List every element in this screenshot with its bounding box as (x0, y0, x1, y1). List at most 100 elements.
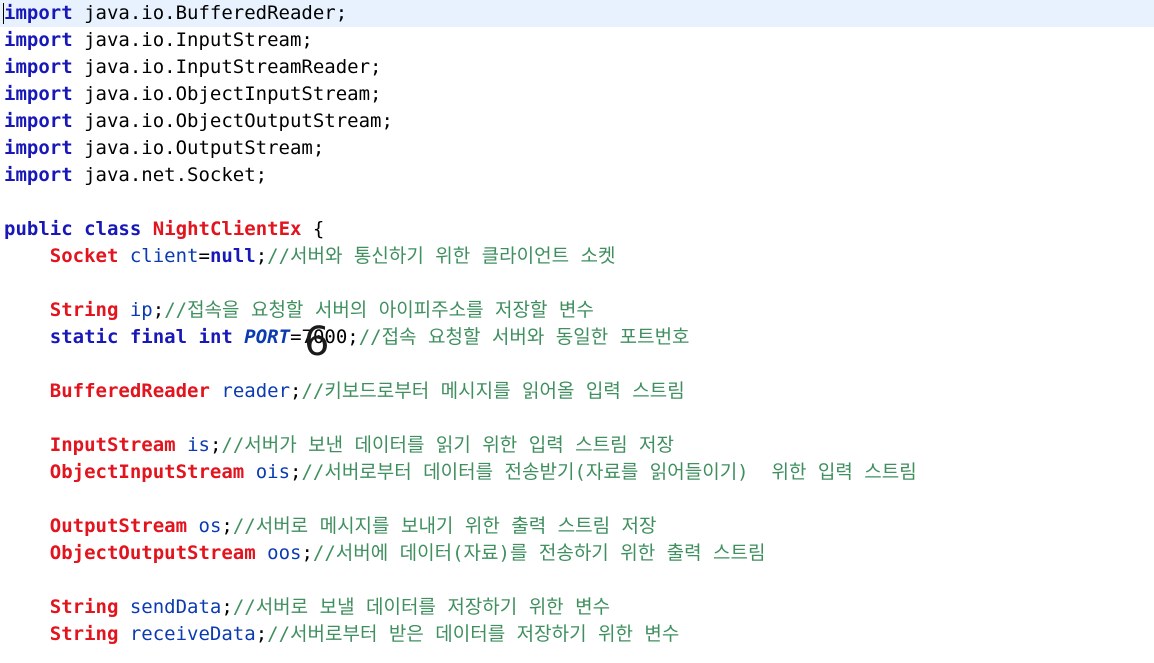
code-line[interactable] (0, 486, 1154, 513)
code-line[interactable]: import java.io.BufferedReader; (0, 0, 1154, 27)
code-token-kw: null (209, 245, 256, 267)
code-token-kw: class (84, 218, 142, 240)
code-token-type: ObjectOutputStream (49, 542, 256, 564)
code-token-comment: //서버와 통신하기 위한 클라이언트 소켓 (267, 245, 616, 267)
code-line[interactable]: import java.io.InputStream; (0, 27, 1154, 54)
code-token-field: reader (221, 380, 291, 402)
code-line[interactable] (0, 351, 1154, 378)
code-token-kw: static (49, 326, 119, 348)
code-token-plain: ; (221, 596, 233, 618)
code-token-type: NightClientEx (152, 218, 302, 240)
code-token-comment: //서버에 데이터(자료)를 전송하기 위한 출력 스트림 (312, 542, 766, 564)
code-line[interactable]: static final int PORT=7000;//접속 요청할 서버와 … (0, 324, 1154, 351)
code-line[interactable]: public class NightClientEx { (0, 216, 1154, 243)
code-token-plain: ; (290, 380, 302, 402)
code-line[interactable] (0, 567, 1154, 594)
code-token-plain: ; (255, 245, 268, 267)
code-token-comment: //서버로 보낼 데이터를 저장하기 위한 변수 (232, 596, 611, 618)
code-token-type: InputStream (49, 434, 176, 456)
code-line[interactable]: OutputStream os;//서버로 메시지를 보내기 위한 출력 스트림… (0, 513, 1154, 540)
code-token-type: OutputStream (49, 515, 188, 537)
code-token-kw: import (4, 56, 73, 78)
code-line[interactable]: ObjectInputStream ois;//서버로부터 데이터를 전송받기(… (0, 459, 1154, 486)
code-line[interactable]: BufferedReader reader;//키보드로부터 메시지를 읽어올 … (0, 378, 1154, 405)
code-token-kw: import (4, 110, 73, 132)
code-token-kw: import (4, 2, 73, 24)
code-line[interactable]: import java.io.ObjectInputStream; (0, 81, 1154, 108)
code-token-plain: java.net.Socket; (72, 164, 268, 186)
code-token-plain: ; (301, 542, 313, 564)
code-line[interactable]: import java.io.InputStreamReader; (0, 54, 1154, 81)
code-token-field: ip (129, 299, 153, 321)
code-token-type: BufferedReader (49, 380, 210, 402)
code-token-plain: = (198, 245, 210, 267)
code-token-plain: { (301, 218, 325, 240)
code-editor[interactable]: import java.io.BufferedReader; import jav… (0, 0, 1154, 663)
code-token-kw: import (4, 83, 73, 105)
code-token-field: receiveData (129, 623, 256, 645)
code-token-comment: //서버로 메시지를 보내기 위한 출력 스트림 저장 (232, 515, 657, 537)
code-token-field: ois (255, 461, 291, 483)
code-token-plain: java.io.InputStreamReader; (72, 56, 382, 78)
code-token-field: os (198, 515, 222, 537)
code-line[interactable]: String ip;//접속을 요청할 서버의 아이피주소를 저장할 변수 (0, 297, 1154, 324)
code-token-kw: final (129, 326, 188, 348)
code-token-kw: import (4, 29, 73, 51)
code-token-const: PORT (244, 326, 291, 348)
code-token-comment: //키보드로부터 메시지를 읽어올 입력 스트림 (301, 380, 685, 402)
code-token-comment: //서버가 보낸 데이터를 읽기 위한 입력 스트림 저장 (221, 434, 674, 456)
overlay-digit: 6 (304, 319, 330, 365)
code-token-kw: public (4, 218, 73, 240)
code-token-kw: int (198, 326, 233, 348)
code-line[interactable] (0, 189, 1154, 216)
code-line[interactable]: Socket client=null;//서버와 통신하기 위한 클라이언트 소… (0, 243, 1154, 270)
code-token-field: is (187, 434, 210, 456)
code-token-plain: ; (255, 623, 268, 645)
code-line[interactable]: import java.net.Socket; (0, 162, 1154, 189)
code-token-field: client (129, 245, 199, 267)
code-token-plain: java.io.InputStream; (72, 29, 313, 51)
code-line[interactable] (0, 270, 1154, 297)
code-line[interactable]: InputStream is;//서버가 보낸 데이터를 읽기 위한 입력 스트… (0, 432, 1154, 459)
code-token-comment: //서버로부터 데이터를 전송받기(자료를 읽어들이기) 위한 입력 스트림 (301, 461, 917, 483)
code-token-plain: java.io.OutputStream; (72, 137, 325, 159)
code-token-plain: java.io.ObjectOutputStream; (72, 110, 393, 132)
code-token-kw: import (4, 137, 73, 159)
code-token-comment: //접속을 요청할 서버의 아이피주소를 저장할 변수 (164, 299, 594, 321)
code-line[interactable]: ObjectOutputStream oos;//서버에 데이터(자료)를 전송… (0, 540, 1154, 567)
code-line[interactable]: import java.io.OutputStream; (0, 135, 1154, 162)
code-token-field: oos (267, 542, 302, 564)
code-line[interactable] (0, 405, 1154, 432)
code-token-plain: ; (290, 461, 302, 483)
code-line[interactable]: String receiveData;//서버로부터 받은 데이터를 저장하기 … (0, 621, 1154, 648)
code-token-type: ObjectInputStream (49, 461, 245, 483)
code-token-plain: ; (221, 515, 233, 537)
code-token-plain: java.io.BufferedReader; (72, 2, 348, 24)
code-token-type: String (49, 299, 119, 321)
code-line[interactable]: import java.io.ObjectOutputStream; (0, 108, 1154, 135)
code-token-type: String (49, 623, 119, 645)
code-line[interactable]: String sendData;//서버로 보낼 데이터를 저장하기 위한 변수 (0, 594, 1154, 621)
text-caret (3, 3, 4, 24)
